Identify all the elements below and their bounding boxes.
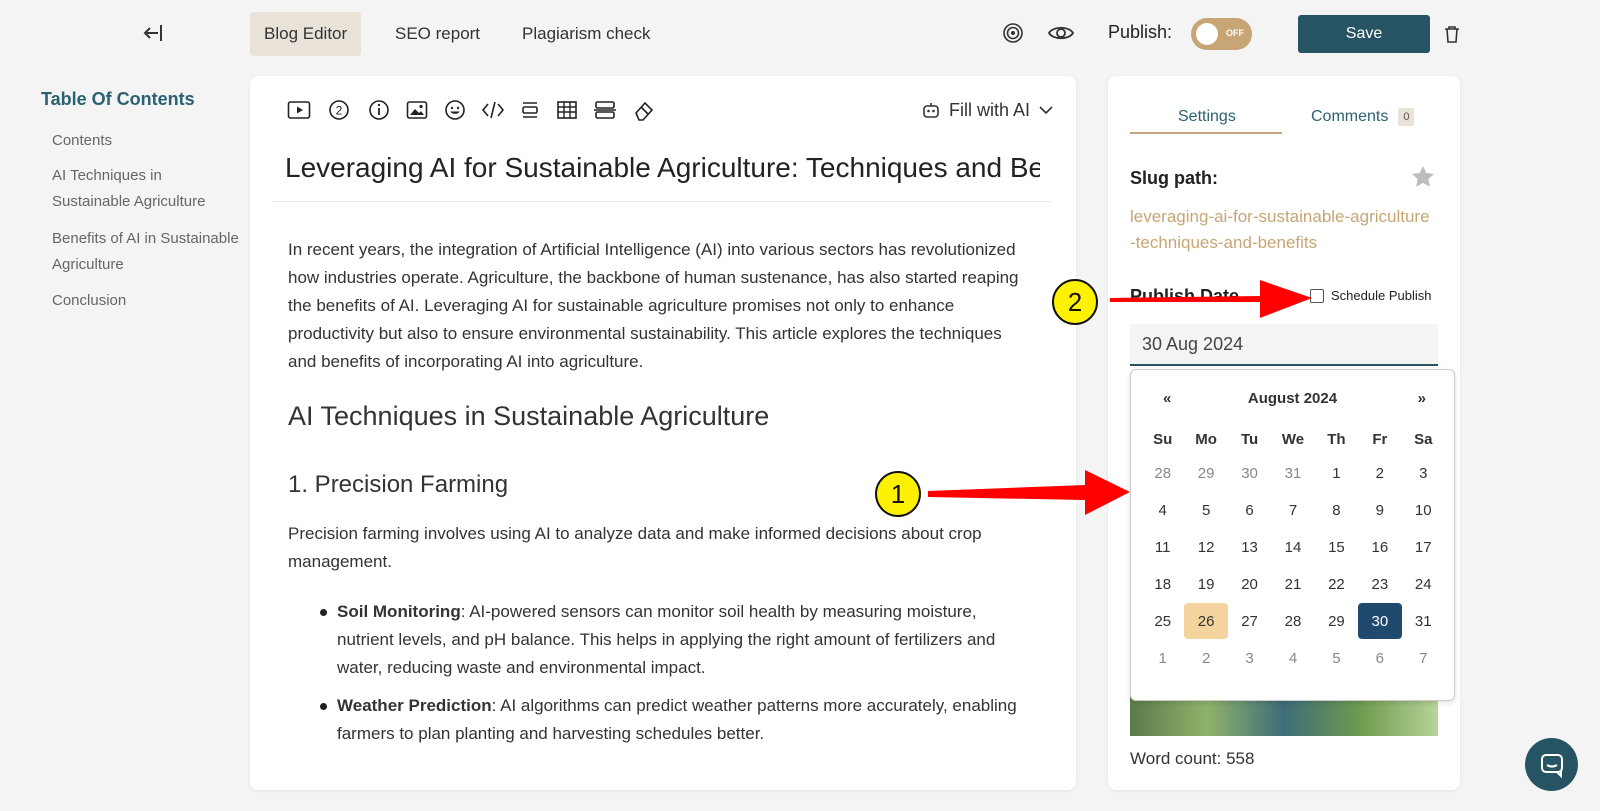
arrow-2 [1110, 280, 1312, 318]
annotation-badge-1: 1 [875, 471, 921, 517]
chat-widget-button[interactable] [1525, 738, 1578, 791]
annotation-overlay [928, 280, 1312, 515]
arrow-1 [928, 470, 1130, 515]
chat-icon [1540, 753, 1563, 778]
annotation-badge-2: 2 [1052, 279, 1098, 325]
